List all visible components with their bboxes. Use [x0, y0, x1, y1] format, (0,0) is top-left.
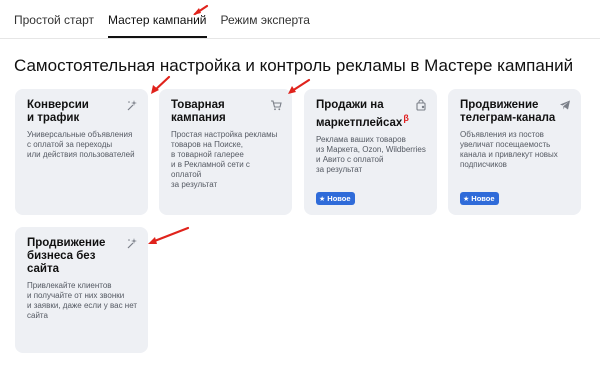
arrow-annotation-card5: [148, 226, 190, 244]
arrow-annotation-card1: [151, 75, 171, 94]
annotation-arrows: [148, 4, 311, 244]
arrow-annotation-tab: [193, 4, 209, 16]
arrow-annotation-card2: [288, 78, 311, 94]
